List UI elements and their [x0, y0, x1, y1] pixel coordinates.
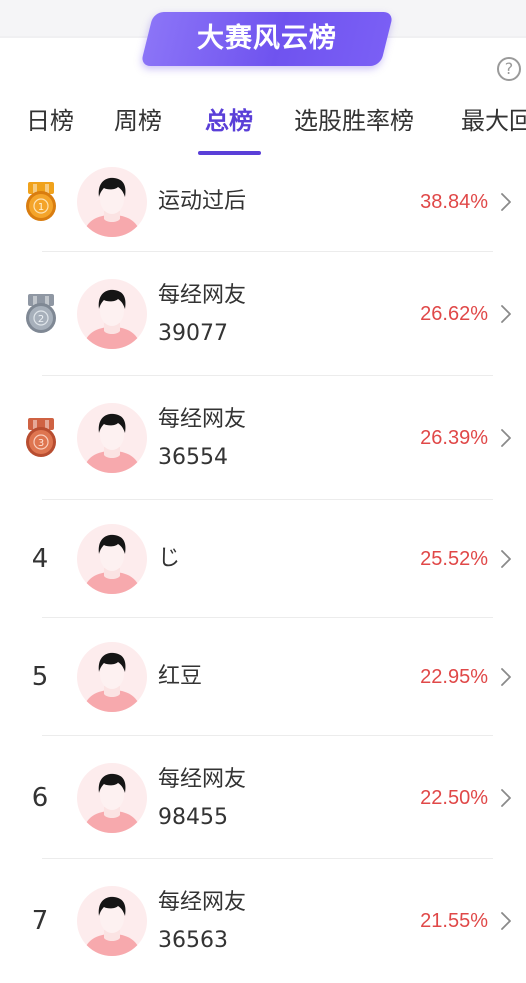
return-rate: 26.39% [420, 427, 488, 449]
chevron-right-icon[interactable] [498, 787, 514, 809]
avatar[interactable] [77, 279, 147, 349]
return-rate: 38.84% [420, 191, 488, 213]
chevron-right-icon[interactable] [498, 303, 514, 325]
avatar[interactable] [77, 403, 147, 473]
return-rate: 26.62% [420, 303, 488, 325]
user-name-suffix: 39077 [158, 321, 228, 346]
return-rate: 25.52% [420, 548, 488, 570]
user-name: 每经网友 [158, 766, 247, 792]
tab-daily[interactable]: 日榜 [26, 104, 74, 138]
avatar[interactable] [77, 762, 147, 833]
tab-overall[interactable]: 总榜 [205, 104, 253, 138]
help-icon[interactable]: ? [497, 57, 521, 81]
user-name: 红豆 [158, 664, 203, 689]
medal-rank-number: 2 [38, 314, 44, 325]
ranking-row[interactable]: 4 じ 25.52% [0, 500, 526, 618]
return-rate: 22.95% [420, 666, 488, 688]
tab-weekly[interactable]: 周榜 [114, 104, 162, 138]
avatar[interactable] [77, 886, 147, 956]
ranking-row[interactable]: 5 红豆 22.95% [0, 618, 526, 736]
user-name: 每经网友 [158, 890, 247, 915]
ranking-row[interactable]: 1 运动过后 38.84% [0, 152, 526, 252]
rank-number: 7 [31, 906, 49, 936]
ranking-row[interactable]: 2 每经网友 39077 26.62% [0, 252, 526, 376]
user-name: 运动过后 [158, 189, 247, 214]
rank-number: 5 [31, 662, 49, 692]
tab-max-drawdown[interactable]: 最大回 [461, 104, 526, 138]
ranking-row[interactable]: 7 每经网友 36563 21.55% [0, 859, 526, 983]
ranking-row[interactable]: 6 每经网友 98455 22.50% [0, 736, 526, 859]
bronze-medal-icon: 3 [26, 418, 56, 457]
medal-rank-number: 3 [38, 438, 44, 449]
avatar[interactable] [77, 642, 147, 712]
medal-rank-number: 1 [38, 202, 44, 213]
gold-medal-icon: 1 [26, 182, 56, 221]
chevron-right-icon[interactable] [498, 910, 514, 932]
rank-number: 4 [31, 544, 49, 574]
user-name-suffix: 36554 [158, 445, 228, 470]
chevron-right-icon[interactable] [498, 666, 514, 688]
ranking-row[interactable]: 3 每经网友 36554 26.39% [0, 376, 526, 500]
user-name-suffix: 36563 [158, 928, 228, 953]
tab-win-rate[interactable]: 选股胜率榜 [294, 104, 414, 138]
banner-title: 大赛风云榜 [197, 23, 337, 54]
user-name-suffix: 98455 [158, 804, 228, 830]
avatar[interactable] [77, 167, 147, 237]
chevron-right-icon[interactable] [498, 191, 514, 213]
ranking-tabs: 日榜 周榜 总榜 选股胜率榜 最大回 [0, 96, 526, 156]
silver-medal-icon: 2 [26, 294, 56, 333]
avatar[interactable] [77, 524, 147, 594]
chevron-right-icon[interactable] [498, 548, 514, 570]
rank-number: 6 [31, 782, 49, 813]
user-name: じ [158, 546, 181, 571]
return-rate: 21.55% [420, 910, 488, 932]
ranking-banner: 大赛风云榜 [140, 12, 394, 66]
return-rate: 22.50% [420, 786, 488, 809]
user-name: 每经网友 [158, 407, 247, 432]
user-name: 每经网友 [158, 283, 247, 308]
chevron-right-icon[interactable] [498, 427, 514, 449]
